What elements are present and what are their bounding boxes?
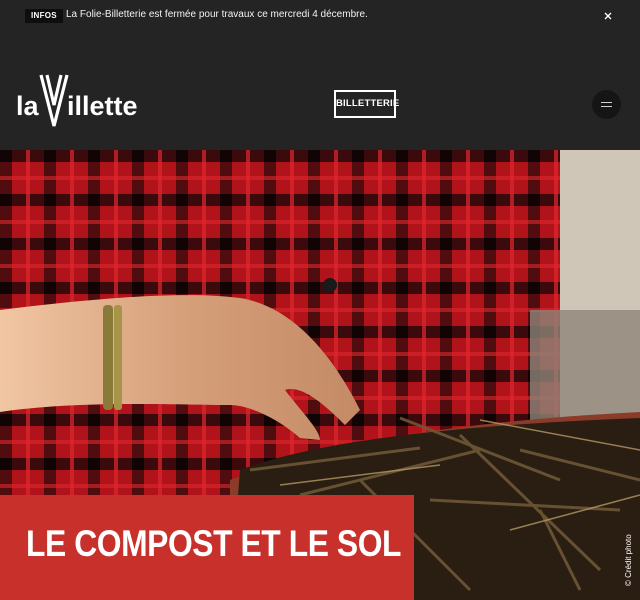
svg-text:la: la xyxy=(16,91,40,121)
info-banner: INFOS La Folie-Billetterie est fermée po… xyxy=(0,0,640,32)
info-message: La Folie-Billetterie est fermée pour tra… xyxy=(66,9,368,20)
infos-badge: INFOS xyxy=(25,9,63,23)
photo-credit[interactable]: © Crédit photo xyxy=(624,534,633,586)
la-villette-logo[interactable]: la illette xyxy=(16,72,142,130)
billetterie-button[interactable]: BILLETTERIE xyxy=(334,90,399,118)
close-icon[interactable] xyxy=(600,8,616,24)
menu-button[interactable] xyxy=(592,90,621,119)
svg-text:illette: illette xyxy=(67,91,138,121)
site-header: la illette BILLETTERIE xyxy=(0,32,640,150)
page-title: LE COMPOST ET LE SOL xyxy=(26,523,402,564)
